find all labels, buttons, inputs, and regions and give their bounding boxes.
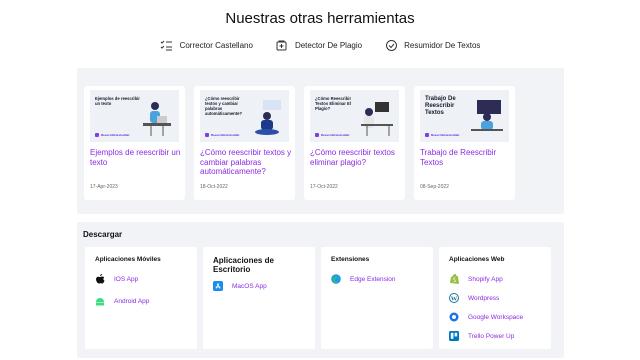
article-date: 08-Sep-2022 bbox=[420, 184, 449, 190]
articles-panel: Ejemplos de reescribir un texto Reescrib… bbox=[77, 68, 564, 214]
web-apps-column: Aplicaciones Web Shopify App W Wordpress… bbox=[439, 247, 551, 349]
person-desk-illustration bbox=[361, 102, 393, 136]
checklist-icon bbox=[160, 38, 174, 52]
edge-extension-link[interactable]: Edge Extension bbox=[331, 273, 423, 285]
tool-label: Resumidor De Textos bbox=[404, 40, 481, 50]
article-date: 18-Oct-2022 bbox=[200, 184, 228, 190]
article-thumbnail: ¿Cómo reescribir textos y cambiar palabr… bbox=[200, 90, 289, 142]
wordpress-link[interactable]: W Wordpress bbox=[449, 292, 541, 304]
shopify-app-link[interactable]: Shopify App bbox=[449, 273, 541, 285]
section-heading: Nuestras otras herramientas bbox=[225, 10, 415, 27]
download-panel: Descargar Aplicaciones Móviles IOS App A… bbox=[77, 222, 564, 358]
article-date: 17-Apr-2023 bbox=[90, 184, 118, 190]
wordpress-icon: W bbox=[449, 293, 459, 303]
person-laptop-illustration bbox=[255, 100, 281, 135]
svg-text:W: W bbox=[451, 295, 458, 302]
article-thumbnail: Ejemplos de reescribir un texto Reescrib… bbox=[90, 90, 179, 142]
mobile-apps-column: Aplicaciones Móviles IOS App Android App bbox=[85, 247, 197, 349]
ios-app-link[interactable]: IOS App bbox=[95, 273, 187, 285]
edge-icon bbox=[331, 274, 341, 284]
trello-power-up-link[interactable]: Trello Power Up bbox=[449, 330, 541, 342]
article-date: 17-Oct-2022 bbox=[310, 184, 338, 190]
google-workspace-icon bbox=[449, 312, 459, 322]
android-app-link[interactable]: Android App bbox=[95, 295, 187, 307]
shield-icon bbox=[275, 38, 289, 52]
tool-detector-de-plagio[interactable]: Detector De Plagio bbox=[275, 38, 362, 52]
google-workspace-link[interactable]: Google Workspace bbox=[449, 311, 541, 323]
android-icon bbox=[95, 296, 105, 306]
apple-icon bbox=[95, 273, 105, 284]
person-laptop-illustration bbox=[143, 102, 171, 136]
tool-label: Corrector Castellano bbox=[179, 40, 253, 50]
tool-resumidor-de-textos[interactable]: Resumidor De Textos bbox=[384, 38, 480, 52]
article-title[interactable]: Trabajo de Reescribir Textos bbox=[420, 148, 512, 167]
tools-bar: Corrector Castellano Detector De Plagio … bbox=[0, 38, 640, 52]
extensions-column: Extensiones Edge Extension bbox=[321, 247, 433, 349]
article-title[interactable]: ¿Cómo reescribir textos eliminar plagio? bbox=[310, 148, 402, 167]
article-card[interactable]: Ejemplos de reescribir un texto Reescrib… bbox=[84, 86, 185, 200]
article-card[interactable]: Trabajo De Reescribir Textos Reescribirt… bbox=[414, 86, 515, 200]
badge-check-icon bbox=[384, 38, 398, 52]
tool-label: Detector De Plagio bbox=[294, 40, 363, 50]
shopify-icon bbox=[449, 274, 459, 284]
article-card[interactable]: ¿Cómo reescribir textos y cambiar palabr… bbox=[194, 86, 295, 200]
trello-icon bbox=[449, 331, 459, 341]
desktop-apps-column: Aplicaciones de Escritorio MacOS App bbox=[203, 247, 315, 349]
person-desk-illustration bbox=[471, 100, 503, 131]
tool-corrector-castellano[interactable]: Corrector Castellano bbox=[160, 38, 253, 52]
article-title[interactable]: ¿Cómo reescribir textos y cambiar palabr… bbox=[200, 148, 292, 177]
article-thumbnail: ¿Cómo Reescribir Textos Eliminar El Plag… bbox=[310, 90, 399, 142]
macos-app-link[interactable]: MacOS App bbox=[213, 280, 305, 292]
article-thumbnail: Trabajo De Reescribir Textos Reescribirt… bbox=[420, 90, 509, 142]
article-card[interactable]: ¿Cómo Reescribir Textos Eliminar El Plag… bbox=[304, 86, 405, 200]
article-title[interactable]: Ejemplos de reescribir un texto bbox=[90, 148, 182, 167]
download-title: Descargar bbox=[83, 230, 123, 239]
app-store-icon bbox=[213, 281, 223, 291]
